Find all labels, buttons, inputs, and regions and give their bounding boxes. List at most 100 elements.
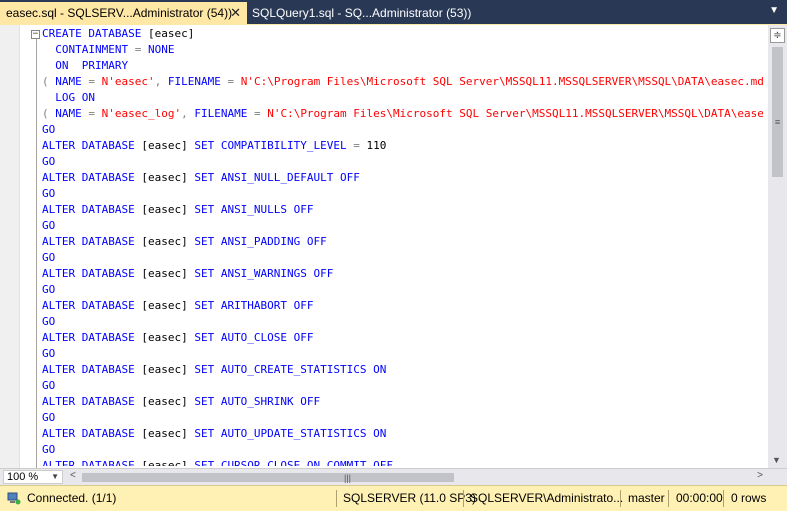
code-token: ALTER DATABASE	[42, 459, 135, 466]
code-token: GO	[42, 123, 56, 136]
code-line[interactable]: ALTER DATABASE [easec] SET COMPATIBILITY…	[42, 138, 763, 154]
code-line[interactable]: ALTER DATABASE [easec] SET CURSOR_CLOSE_…	[42, 458, 763, 466]
code-line[interactable]: ALTER DATABASE [easec] SET ANSI_WARNINGS…	[42, 266, 763, 282]
code-token: SET CURSOR_CLOSE_ON_COMMIT OFF	[194, 459, 394, 466]
code-token: ALTER DATABASE	[42, 171, 135, 184]
query-status-bar: Connected. (1/1) SQLSERVER (11.0 SP3) SQ…	[0, 485, 787, 511]
code-token: [easec]	[141, 27, 195, 40]
outline-line	[36, 39, 37, 469]
split-editor-button[interactable]: ≑	[770, 28, 785, 43]
code-token: GO	[42, 443, 56, 456]
connected-icon	[7, 492, 21, 505]
code-token: ALTER DATABASE	[42, 139, 135, 152]
horizontal-scroll-thumb[interactable]: |||	[82, 473, 454, 483]
code-line[interactable]: ( NAME = N'easec', FILENAME = N'C:\Progr…	[42, 74, 763, 90]
code-line[interactable]: GO	[42, 282, 763, 298]
code-line[interactable]: ( NAME = N'easec_log', FILENAME = N'C:\P…	[42, 106, 763, 122]
code-line[interactable]: GO	[42, 346, 763, 362]
query-editor[interactable]: − CREATE DATABASE [easec] CONTAINMENT = …	[0, 25, 787, 469]
code-token: [easec]	[134, 235, 195, 248]
code-token: [easec]	[134, 459, 195, 466]
code-line[interactable]: GO	[42, 250, 763, 266]
code-token: LOG ON	[42, 91, 95, 104]
code-token: GO	[42, 251, 56, 264]
code-line[interactable]: LOG ON	[42, 90, 763, 106]
code-token: SET AUTO_SHRINK OFF	[194, 395, 321, 408]
code-line[interactable]: ALTER DATABASE [easec] SET ANSI_NULLS OF…	[42, 202, 763, 218]
scroll-down-icon[interactable]: ▼	[772, 455, 781, 465]
editor-bottom-bar: 100 % ▼ < ||| >	[0, 468, 787, 485]
code-line[interactable]: GO	[42, 314, 763, 330]
collapse-region-icon[interactable]: −	[31, 30, 40, 39]
vertical-scrollbar[interactable]: ≑ ≡ ▼	[768, 25, 787, 468]
code-token: SET ANSI_WARNINGS OFF	[194, 267, 334, 280]
code-line[interactable]: ALTER DATABASE [easec] SET AUTO_CREATE_S…	[42, 362, 763, 378]
code-token: [easec]	[134, 363, 195, 376]
code-token: =	[88, 75, 95, 88]
code-token: GO	[42, 379, 56, 392]
row-count: 0 rows	[731, 491, 767, 505]
code-token: GO	[42, 187, 56, 200]
tab-easec-sql[interactable]: easec.sql - SQLSERV...Administrator (54)…	[0, 2, 247, 25]
status-divider	[723, 490, 724, 507]
tab-list-dropdown-icon[interactable]: ▼	[769, 5, 779, 16]
code-token: SET AUTO_CLOSE OFF	[194, 331, 314, 344]
close-tab-icon[interactable]: ✕	[230, 2, 241, 24]
code-line[interactable]: ALTER DATABASE [easec] SET AUTO_UPDATE_S…	[42, 426, 763, 442]
status-divider	[668, 490, 669, 507]
code-line[interactable]: GO	[42, 186, 763, 202]
tab-label: easec.sql - SQLSERV...Administrator (54)…	[6, 6, 233, 20]
code-line[interactable]: ALTER DATABASE [easec] SET ARITHABORT OF…	[42, 298, 763, 314]
code-token: [easec]	[134, 299, 195, 312]
code-token: CONTAINMENT	[42, 43, 135, 56]
zoom-value: 100 %	[7, 471, 39, 483]
code-token: SET AUTO_CREATE_STATISTICS ON	[194, 363, 387, 376]
code-line[interactable]: GO	[42, 154, 763, 170]
code-token: =	[253, 107, 261, 120]
code-line[interactable]: ALTER DATABASE [easec] SET ANSI_NULL_DEF…	[42, 170, 763, 186]
zoom-dropdown[interactable]: 100 % ▼	[3, 470, 63, 484]
status-divider	[463, 490, 464, 507]
code-line[interactable]: GO	[42, 442, 763, 458]
code-token: [easec]	[134, 171, 195, 184]
code-area[interactable]: CREATE DATABASE [easec] CONTAINMENT = NO…	[42, 26, 763, 466]
code-line[interactable]: ALTER DATABASE [easec] SET AUTO_SHRINK O…	[42, 394, 763, 410]
vertical-scroll-thumb[interactable]	[772, 47, 783, 177]
code-token: SET AUTO_UPDATE_STATISTICS ON	[194, 427, 387, 440]
code-line[interactable]: CREATE DATABASE [easec]	[42, 26, 763, 42]
editor-gutter	[0, 25, 20, 468]
code-token: GO	[42, 347, 56, 360]
code-line[interactable]: ALTER DATABASE [easec] SET AUTO_CLOSE OF…	[42, 330, 763, 346]
code-token: ALTER DATABASE	[42, 299, 135, 312]
code-token: FILENAME	[194, 107, 254, 120]
code-token: NAME	[55, 107, 89, 120]
scroll-grip-icon: ≡	[774, 117, 781, 127]
code-token: ALTER DATABASE	[42, 395, 135, 408]
code-token: N'easec_log'	[95, 107, 182, 120]
elapsed-time: 00:00:00	[676, 491, 723, 505]
code-line[interactable]: GO	[42, 122, 763, 138]
code-line[interactable]: ON PRIMARY	[42, 58, 763, 74]
chevron-down-icon: ▼	[51, 472, 59, 481]
scroll-left-icon[interactable]: <	[70, 470, 76, 481]
code-token: GO	[42, 155, 56, 168]
code-token: ALTER DATABASE	[42, 203, 135, 216]
code-token: SET COMPATIBILITY_LEVEL	[194, 139, 354, 152]
code-token: N'C:\Program Files\Microsoft SQL Server\…	[267, 107, 763, 120]
code-line[interactable]: GO	[42, 218, 763, 234]
code-line[interactable]: ALTER DATABASE [easec] SET ANSI_PADDING …	[42, 234, 763, 250]
code-token: CREATE DATABASE	[42, 27, 142, 40]
code-token: [easec]	[134, 267, 195, 280]
code-line[interactable]: GO	[42, 410, 763, 426]
code-token: SET ANSI_NULL_DEFAULT OFF	[194, 171, 360, 184]
status-divider	[620, 490, 621, 507]
code-token: N'easec'	[95, 75, 155, 88]
scroll-right-icon[interactable]: >	[757, 470, 763, 481]
code-token: FILENAME	[167, 75, 228, 88]
code-line[interactable]: GO	[42, 378, 763, 394]
code-line[interactable]: CONTAINMENT = NONE	[42, 42, 763, 58]
code-token: 110	[359, 139, 387, 152]
code-token: NONE	[141, 43, 175, 56]
tab-sqlquery1-sql[interactable]: SQLQuery1.sql - SQ...Administrator (53))	[248, 2, 488, 25]
code-token: [easec]	[134, 331, 195, 344]
